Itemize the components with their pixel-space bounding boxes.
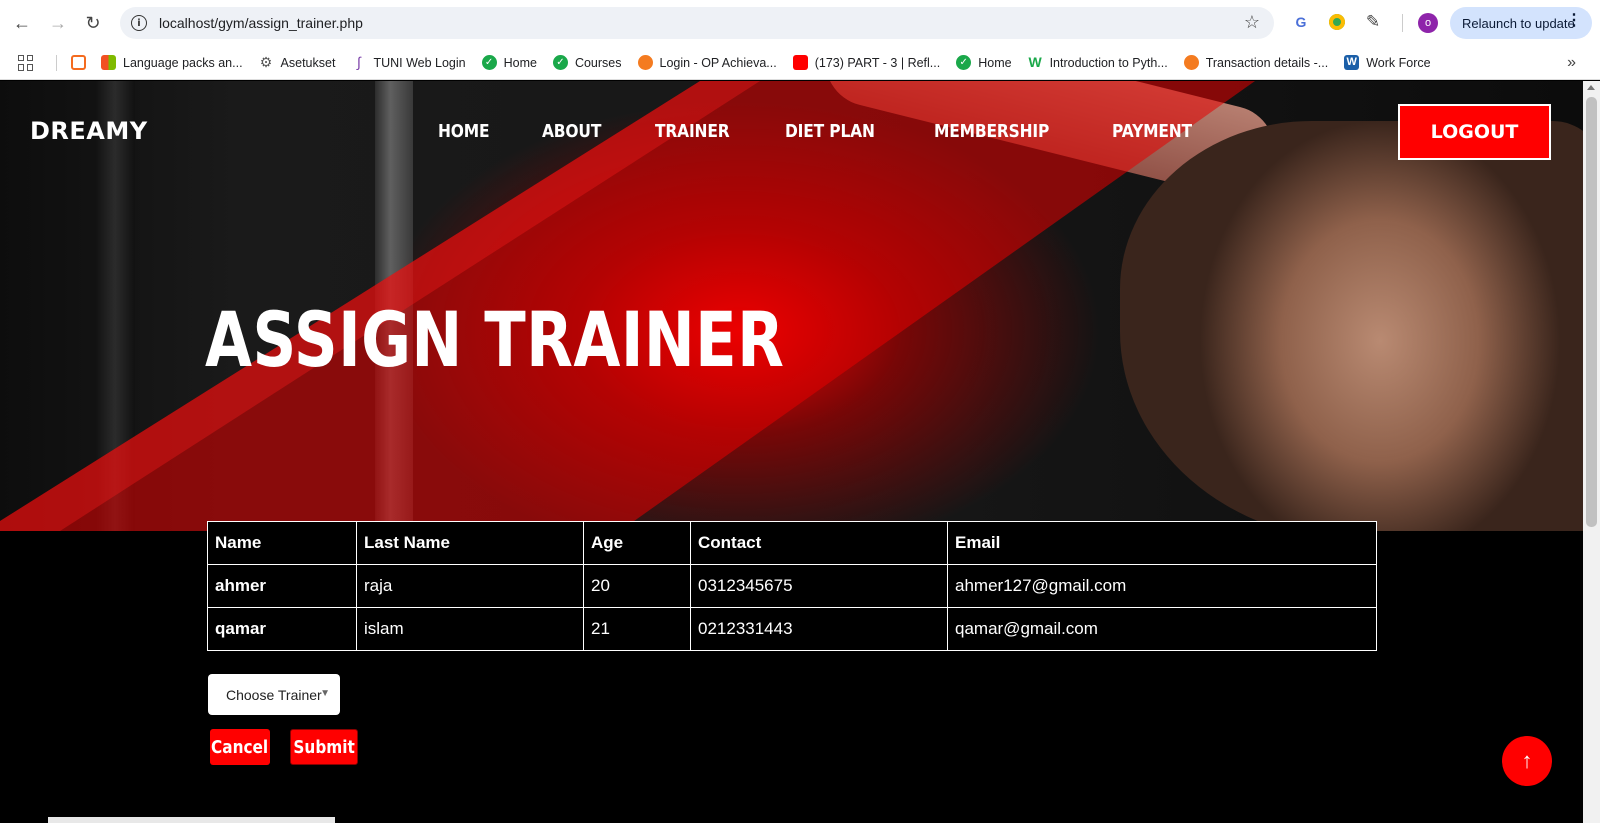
extension-bulb-icon[interactable]	[1326, 11, 1348, 33]
nav-home[interactable]: HOME	[438, 121, 490, 142]
bookmark-label: Transaction details -...	[1205, 55, 1329, 70]
extensions-puzzle-icon[interactable]: ✎	[1362, 11, 1384, 33]
cell-last-name: islam	[356, 607, 584, 651]
youtube-icon	[792, 55, 808, 70]
nav-about[interactable]: ABOUT	[542, 121, 601, 142]
menu-dots-icon[interactable]: ⋮	[1566, 13, 1582, 29]
choose-trainer-select[interactable]: Choose Trainer ▼	[208, 674, 340, 715]
bookmark-label: TUNI Web Login	[373, 55, 466, 70]
check-circle-icon: ✓	[552, 55, 568, 70]
bookmarks-divider	[56, 54, 57, 71]
apps-grid-icon[interactable]	[18, 54, 34, 71]
submit-button[interactable]: Submit	[290, 729, 358, 765]
members-table: Name Last Name Age Contact Email ahmer r…	[207, 521, 1377, 651]
bookmark-label: Courses	[574, 55, 622, 70]
url-text[interactable]: localhost/gym/assign_trainer.php	[159, 15, 363, 31]
forward-icon[interactable]: →	[45, 10, 71, 36]
microsoft-icon	[101, 55, 116, 70]
tuni-icon: ∫	[351, 55, 367, 70]
cell-age: 20	[583, 564, 691, 608]
op-icon	[637, 55, 653, 70]
translate-icon[interactable]: G	[1290, 11, 1312, 33]
check-circle-icon: ✓	[956, 55, 972, 70]
column-header: Name	[207, 521, 357, 565]
bookmark-python[interactable]: W Introduction to Pyth...	[1027, 54, 1168, 70]
bookmarks-bar: Language packs an... ⚙ Asetukset ∫ TUNI We…	[0, 46, 1600, 80]
back-icon[interactable]: ←	[9, 10, 35, 36]
scroll-up-icon[interactable]	[1587, 85, 1595, 90]
table-header-row: Name Last Name Age Contact Email	[207, 521, 1377, 565]
page-content: DREAMY HOME ABOUT TRAINER DIET PLAN MEMB…	[0, 81, 1583, 823]
nav-membership[interactable]: MEMBERSHIP	[934, 121, 1049, 142]
column-header: Last Name	[356, 521, 584, 565]
cell-contact: 0212331443	[690, 607, 948, 651]
cell-email: qamar@gmail.com	[947, 607, 1377, 651]
relaunch-label: Relaunch to update	[1462, 15, 1575, 31]
xampp-icon	[71, 55, 86, 70]
cancel-label: Cancel	[211, 736, 269, 758]
browser-toolbar: ← → ↻ i localhost/gym/assign_trainer.php…	[0, 0, 1600, 46]
bookmark-youtube[interactable]: (173) PART - 3 | Refl...	[792, 55, 941, 70]
w-blue-icon: W	[1344, 55, 1360, 70]
relaunch-button[interactable]: Relaunch to update ⋮	[1450, 7, 1592, 39]
bookmark-label: Work Force	[1366, 55, 1431, 70]
bookmark-label: Language packs an...	[123, 55, 243, 70]
logout-button[interactable]: LOGOUT	[1398, 104, 1551, 160]
site-logo[interactable]: DREAMY	[30, 117, 148, 145]
op-icon	[1183, 55, 1199, 70]
more-bookmarks-icon[interactable]: »	[1567, 54, 1576, 72]
scrollbar-thumb[interactable]	[1586, 97, 1597, 527]
bookmark-label: Introduction to Pyth...	[1049, 55, 1168, 70]
nav-trainer[interactable]: TRAINER	[655, 121, 730, 142]
toolbar-divider	[1402, 14, 1403, 32]
bookmark-xampp[interactable]	[71, 55, 93, 70]
page-title: ASSIGN TRAINER	[205, 295, 785, 384]
cell-name: ahmer	[207, 564, 357, 608]
bookmark-star-icon[interactable]: ☆	[1244, 12, 1260, 33]
bookmark-label: Asetukset	[280, 55, 336, 70]
chevron-down-icon: ▼	[320, 688, 330, 699]
bookmark-op-login[interactable]: Login - OP Achieva...	[637, 55, 777, 70]
bookmark-home[interactable]: ✓ Home	[481, 55, 537, 70]
bookmark-label: Login - OP Achieva...	[659, 55, 777, 70]
scroll-to-top-button[interactable]: ↑	[1502, 736, 1552, 786]
bookmark-label: Home	[978, 55, 1012, 70]
w-icon: W	[1027, 54, 1043, 70]
bookmark-work-force[interactable]: W Work Force	[1344, 55, 1431, 70]
cell-name: qamar	[207, 607, 357, 651]
bookmark-language-packs[interactable]: Language packs an...	[101, 55, 243, 70]
site-info-icon[interactable]: i	[131, 15, 147, 31]
check-circle-icon: ✓	[481, 55, 497, 70]
bookmark-asetukset[interactable]: ⚙ Asetukset	[258, 54, 336, 70]
cell-contact: 0312345675	[690, 564, 948, 608]
hero-banner: DREAMY HOME ABOUT TRAINER DIET PLAN MEMB…	[0, 81, 1583, 531]
bookmark-tuni[interactable]: ∫ TUNI Web Login	[351, 55, 466, 70]
profile-avatar[interactable]: o	[1418, 13, 1438, 33]
cell-last-name: raja	[356, 564, 584, 608]
cell-age: 21	[583, 607, 691, 651]
cell-email: ahmer127@gmail.com	[947, 564, 1377, 608]
column-header: Age	[583, 521, 691, 565]
arrow-up-icon: ↑	[1521, 748, 1533, 773]
select-value: Choose Trainer	[226, 686, 322, 703]
table-row: qamar islam 21 0212331443 qamar@gmail.co…	[207, 607, 1377, 651]
nav-diet-plan[interactable]: DIET PLAN	[785, 121, 875, 142]
main-nav: HOME ABOUT TRAINER DIET PLAN MEMBERSHIP …	[438, 121, 1248, 142]
column-header: Contact	[690, 521, 948, 565]
cancel-button[interactable]: Cancel	[210, 729, 270, 765]
reload-icon[interactable]: ↻	[80, 10, 106, 36]
bookmark-home-2[interactable]: ✓ Home	[956, 55, 1012, 70]
bookmark-label: Home	[503, 55, 537, 70]
address-bar[interactable]: i localhost/gym/assign_trainer.php ☆	[120, 7, 1274, 39]
nav-payment[interactable]: PAYMENT	[1112, 121, 1192, 142]
gear-icon: ⚙	[258, 54, 274, 70]
horizontal-scroll-thumb[interactable]	[48, 817, 335, 823]
bookmark-label: (173) PART - 3 | Refl...	[814, 55, 941, 70]
column-header: Email	[947, 521, 1377, 565]
bookmark-courses[interactable]: ✓ Courses	[552, 55, 622, 70]
bookmark-transaction[interactable]: Transaction details -...	[1183, 55, 1329, 70]
table-row: ahmer raja 20 0312345675 ahmer127@gmail.…	[207, 564, 1377, 608]
submit-label: Submit	[293, 736, 355, 758]
vertical-scrollbar[interactable]	[1583, 81, 1600, 823]
